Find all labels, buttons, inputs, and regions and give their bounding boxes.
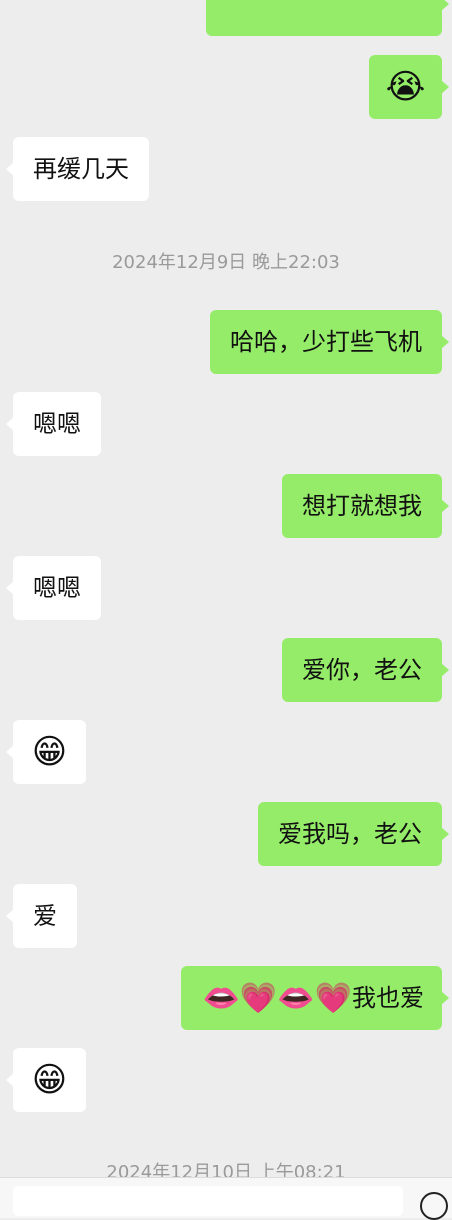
message-text: 爱: [33, 902, 57, 930]
message-timestamp: 2024年12月9日 晚上22:03: [112, 252, 340, 273]
heart-emoji-icon: 💗: [314, 981, 352, 1016]
message-bubble-received[interactable]: 😁: [6, 1048, 86, 1112]
message-bubble-sent[interactable]: 爱你，老公: [282, 638, 449, 702]
kiss-lips-emoji-icon: 👄: [277, 981, 315, 1016]
message-bubble-sent-cut[interactable]: [206, 0, 449, 36]
message-bubble-sent[interactable]: 😭: [369, 55, 449, 119]
message-text: 哈哈，少打些飞机: [230, 328, 422, 356]
message-text: 想打就想我: [302, 492, 422, 520]
message-bubble-received[interactable]: 😁: [6, 720, 86, 784]
message-bubble-received[interactable]: 嗯嗯: [6, 392, 101, 456]
add-icon[interactable]: [420, 1192, 448, 1220]
chat-message-list[interactable]: 😭 再缓几天 2024年12月9日 晚上22:03 哈哈，少打些飞机 嗯嗯 想打…: [0, 0, 452, 1220]
message-input[interactable]: [13, 1186, 403, 1216]
message-text: 再缓几天: [33, 155, 129, 183]
message-bubble-received[interactable]: 嗯嗯: [6, 556, 101, 620]
message-bubble-received[interactable]: 再缓几天: [6, 137, 149, 201]
message-bubble-sent[interactable]: 哈哈，少打些飞机: [210, 310, 449, 374]
message-bubble-sent[interactable]: 想打就想我: [282, 474, 449, 538]
heart-emoji-icon: 💗: [239, 981, 278, 1016]
message-bubble-sent[interactable]: 👄💗👄💗我也爱: [180, 966, 450, 1030]
kiss-lips-emoji-icon: 👄: [202, 981, 240, 1016]
grinning-face-emoji-icon: 😁: [31, 732, 68, 772]
message-input-bar: [0, 1177, 452, 1220]
message-bubble-sent[interactable]: 爱我吗，老公: [258, 802, 449, 866]
grinning-face-emoji-icon: 😁: [31, 1060, 68, 1100]
message-text: 爱你，老公: [302, 656, 422, 684]
message-text: 爱我吗，老公: [278, 820, 422, 848]
message-bubble-received[interactable]: 爱: [6, 884, 77, 948]
message-text: 嗯嗯: [33, 410, 81, 438]
message-text: 我也爱: [352, 984, 424, 1012]
crying-face-emoji-icon: 😭: [385, 67, 426, 107]
message-text: 嗯嗯: [33, 574, 81, 602]
